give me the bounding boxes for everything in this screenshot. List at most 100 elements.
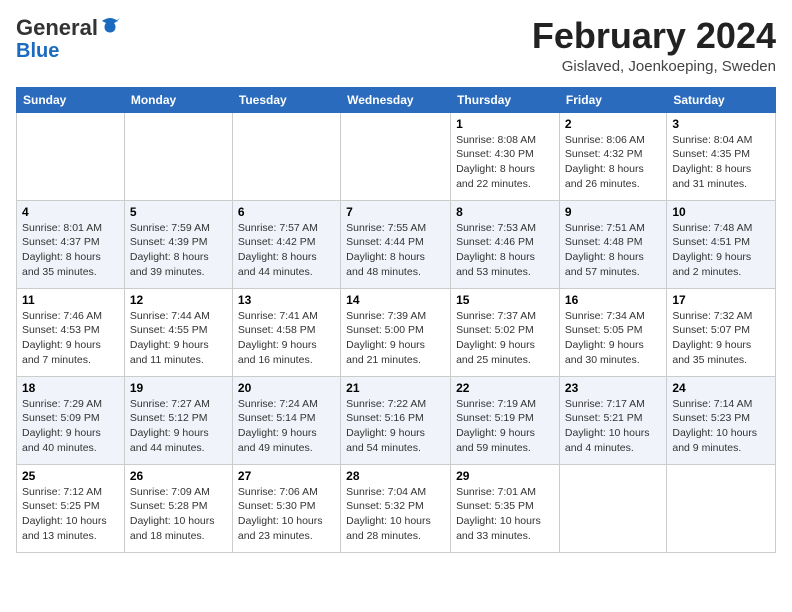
calendar-day-15: 15 Sunrise: 7:37 AMSunset: 5:02 PMDayligh… [451, 288, 560, 376]
day-number: 1 [456, 117, 554, 131]
day-info: Sunrise: 7:09 AMSunset: 5:28 PMDaylight:… [130, 485, 227, 544]
day-number: 4 [22, 205, 119, 219]
weekday-header-wednesday: Wednesday [341, 87, 451, 112]
day-info: Sunrise: 7:14 AMSunset: 5:23 PMDaylight:… [672, 397, 770, 456]
calendar-day-23: 23 Sunrise: 7:17 AMSunset: 5:21 PMDayligh… [559, 376, 666, 464]
day-number: 9 [565, 205, 661, 219]
calendar-day-5: 5Sunrise: 7:59 AMSunset: 4:39 PMDaylight… [124, 200, 232, 288]
day-info: Sunrise: 7:06 AMSunset: 5:30 PMDaylight:… [238, 485, 335, 544]
weekday-header-friday: Friday [559, 87, 666, 112]
weekday-header-thursday: Thursday [451, 87, 560, 112]
day-info: Sunrise: 7:32 AMSunset: 5:07 PMDaylight:… [672, 309, 770, 368]
calendar-empty-cell [667, 464, 776, 552]
day-number: 16 [565, 293, 661, 307]
day-number: 28 [346, 469, 445, 483]
calendar-day-13: 13Sunrise: 7:41 AMSunset: 4:58 PMDayligh… [232, 288, 340, 376]
calendar-week-row: 25 Sunrise: 7:12 AMSunset: 5:25 PMDayligh… [17, 464, 776, 552]
day-info: Sunrise: 7:53 AMSunset: 4:46 PMDaylight:… [456, 221, 554, 280]
calendar-day-27: 27Sunrise: 7:06 AMSunset: 5:30 PMDayligh… [232, 464, 340, 552]
day-info: Sunrise: 7:27 AMSunset: 5:12 PMDaylight:… [130, 397, 227, 456]
day-info: Sunrise: 7:46 AMSunset: 4:53 PMDaylight:… [22, 309, 119, 368]
calendar-week-row: 11 Sunrise: 7:46 AMSunset: 4:53 PMDayligh… [17, 288, 776, 376]
calendar-empty-cell [559, 464, 666, 552]
day-info: Sunrise: 7:55 AMSunset: 4:44 PMDaylight:… [346, 221, 445, 280]
day-number: 3 [672, 117, 770, 131]
calendar-day-26: 26 Sunrise: 7:09 AMSunset: 5:28 PMDayligh… [124, 464, 232, 552]
weekday-header-monday: Monday [124, 87, 232, 112]
calendar-day-24: 24Sunrise: 7:14 AMSunset: 5:23 PMDayligh… [667, 376, 776, 464]
day-info: Sunrise: 7:29 AMSunset: 5:09 PMDaylight:… [22, 397, 119, 456]
day-number: 22 [456, 381, 554, 395]
calendar-day-6: 6Sunrise: 7:57 AMSunset: 4:42 PMDaylight… [232, 200, 340, 288]
calendar-day-2: 2 Sunrise: 8:06 AMSunset: 4:32 PMDaylight… [559, 112, 666, 200]
calendar-day-8: 8 Sunrise: 7:53 AMSunset: 4:46 PMDaylight… [451, 200, 560, 288]
month-title: February 2024 [532, 16, 776, 56]
day-info: Sunrise: 7:12 AMSunset: 5:25 PMDaylight:… [22, 485, 119, 544]
day-number: 15 [456, 293, 554, 307]
day-info: Sunrise: 7:24 AMSunset: 5:14 PMDaylight:… [238, 397, 335, 456]
calendar-day-3: 3 Sunrise: 8:04 AMSunset: 4:35 PMDaylight… [667, 112, 776, 200]
day-number: 19 [130, 381, 227, 395]
day-info: Sunrise: 8:06 AMSunset: 4:32 PMDaylight:… [565, 133, 661, 192]
title-block: February 2024 Gislaved, Joenkoeping, Swe… [532, 16, 776, 75]
day-number: 7 [346, 205, 445, 219]
calendar-week-row: 18 Sunrise: 7:29 AMSunset: 5:09 PMDayligh… [17, 376, 776, 464]
day-info: Sunrise: 7:17 AMSunset: 5:21 PMDaylight:… [565, 397, 661, 456]
calendar-day-4: 4 Sunrise: 8:01 AMSunset: 4:37 PMDaylight… [17, 200, 125, 288]
calendar-day-16: 16 Sunrise: 7:34 AMSunset: 5:05 PMDayligh… [559, 288, 666, 376]
day-info: Sunrise: 8:04 AMSunset: 4:35 PMDaylight:… [672, 133, 770, 192]
calendar-day-19: 19 Sunrise: 7:27 AMSunset: 5:12 PMDayligh… [124, 376, 232, 464]
calendar-day-22: 22 Sunrise: 7:19 AMSunset: 5:19 PMDayligh… [451, 376, 560, 464]
calendar-day-11: 11 Sunrise: 7:46 AMSunset: 4:53 PMDayligh… [17, 288, 125, 376]
page-header: General Blue February 2024 Gislaved, Joe… [16, 16, 776, 75]
day-number: 6 [238, 205, 335, 219]
calendar-day-18: 18 Sunrise: 7:29 AMSunset: 5:09 PMDayligh… [17, 376, 125, 464]
calendar-week-row: 1 Sunrise: 8:08 AMSunset: 4:30 PMDaylight… [17, 112, 776, 200]
day-info: Sunrise: 7:01 AMSunset: 5:35 PMDaylight:… [456, 485, 554, 544]
day-number: 2 [565, 117, 661, 131]
calendar-day-21: 21 Sunrise: 7:22 AMSunset: 5:16 PMDayligh… [341, 376, 451, 464]
calendar-day-25: 25 Sunrise: 7:12 AMSunset: 5:25 PMDayligh… [17, 464, 125, 552]
day-number: 8 [456, 205, 554, 219]
day-number: 25 [22, 469, 119, 483]
day-number: 26 [130, 469, 227, 483]
day-number: 21 [346, 381, 445, 395]
day-number: 13 [238, 293, 335, 307]
logo: General Blue [16, 16, 120, 62]
day-info: Sunrise: 7:39 AMSunset: 5:00 PMDaylight:… [346, 309, 445, 368]
day-info: Sunrise: 7:34 AMSunset: 5:05 PMDaylight:… [565, 309, 661, 368]
day-number: 20 [238, 381, 335, 395]
calendar-day-1: 1 Sunrise: 8:08 AMSunset: 4:30 PMDaylight… [451, 112, 560, 200]
calendar-week-row: 4 Sunrise: 8:01 AMSunset: 4:37 PMDaylight… [17, 200, 776, 288]
day-info: Sunrise: 7:04 AMSunset: 5:32 PMDaylight:… [346, 485, 445, 544]
day-info: Sunrise: 7:37 AMSunset: 5:02 PMDaylight:… [456, 309, 554, 368]
day-number: 23 [565, 381, 661, 395]
day-info: Sunrise: 7:22 AMSunset: 5:16 PMDaylight:… [346, 397, 445, 456]
calendar-header-row: SundayMondayTuesdayWednesdayThursdayFrid… [17, 87, 776, 112]
day-info: Sunrise: 7:19 AMSunset: 5:19 PMDaylight:… [456, 397, 554, 456]
weekday-header-saturday: Saturday [667, 87, 776, 112]
day-number: 12 [130, 293, 227, 307]
day-info: Sunrise: 7:51 AMSunset: 4:48 PMDaylight:… [565, 221, 661, 280]
calendar-day-12: 12Sunrise: 7:44 AMSunset: 4:55 PMDayligh… [124, 288, 232, 376]
day-number: 17 [672, 293, 770, 307]
calendar-day-29: 29Sunrise: 7:01 AMSunset: 5:35 PMDayligh… [451, 464, 560, 552]
day-number: 10 [672, 205, 770, 219]
logo-blue: Blue [16, 40, 59, 62]
calendar-day-7: 7 Sunrise: 7:55 AMSunset: 4:44 PMDaylight… [341, 200, 451, 288]
calendar-day-9: 9 Sunrise: 7:51 AMSunset: 4:48 PMDaylight… [559, 200, 666, 288]
day-number: 18 [22, 381, 119, 395]
day-info: Sunrise: 7:48 AMSunset: 4:51 PMDaylight:… [672, 221, 770, 280]
day-info: Sunrise: 8:08 AMSunset: 4:30 PMDaylight:… [456, 133, 554, 192]
day-number: 14 [346, 293, 445, 307]
day-info: Sunrise: 8:01 AMSunset: 4:37 PMDaylight:… [22, 221, 119, 280]
calendar-empty-cell [232, 112, 340, 200]
logo-general: General [16, 16, 98, 40]
calendar-empty-cell [17, 112, 125, 200]
day-number: 11 [22, 293, 119, 307]
logo-bird-icon [100, 16, 120, 36]
calendar-day-10: 10 Sunrise: 7:48 AMSunset: 4:51 PMDayligh… [667, 200, 776, 288]
weekday-header-tuesday: Tuesday [232, 87, 340, 112]
day-number: 5 [130, 205, 227, 219]
calendar-empty-cell [341, 112, 451, 200]
